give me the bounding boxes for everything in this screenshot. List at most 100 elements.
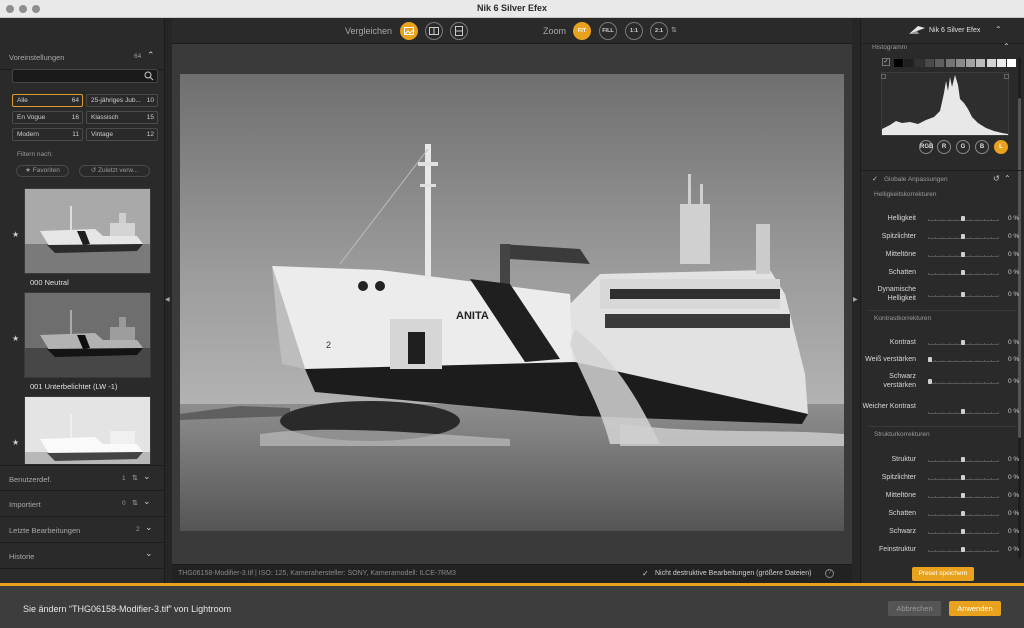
filter-favorites-button[interactable]: ★ Favoriten [16, 165, 69, 177]
presets-section-header[interactable]: Voreinstellungen 64 ⌃ [0, 44, 165, 70]
clipping-shadows-checkbox[interactable]: ✓ [882, 58, 890, 66]
slider-label: Weiß verstärken [865, 356, 916, 363]
group-divider [869, 426, 1017, 427]
search-icon[interactable] [144, 71, 154, 81]
panel-scrollbar[interactable] [1018, 58, 1021, 558]
view-toolbar: Vergleichen Zoom FIT FILL 1:1 2:1 ⇅ [172, 18, 852, 44]
category-vintage[interactable]: Vintage 12 [86, 128, 158, 141]
chevron-up-icon[interactable]: ⌃ [1004, 174, 1011, 183]
collapse-left-panel-icon[interactable]: ◀ [165, 296, 170, 303]
zoom-2-1-button[interactable]: 2:1 [650, 22, 668, 40]
slider-handle[interactable] [961, 529, 965, 534]
preset-item[interactable]: ★ 000 Neutral [0, 188, 165, 292]
compare-single-view-button[interactable] [400, 22, 418, 40]
cancel-button[interactable]: Abbrechen [888, 601, 941, 616]
channel-b-button[interactable]: B [975, 140, 989, 154]
section-historie[interactable]: Historie ⌄ [0, 543, 165, 569]
preset-thumbnail[interactable] [24, 396, 151, 464]
slider-handle[interactable] [961, 292, 965, 297]
star-icon[interactable]: ★ [12, 230, 19, 239]
global-adjustments-header[interactable]: ✓ Globale Anpassungen ↺ ⌃ [861, 170, 1024, 186]
slider-handle[interactable] [961, 270, 965, 275]
category-modern[interactable]: Modern 11 [12, 128, 83, 141]
sort-icon[interactable]: ⇅ [132, 499, 138, 507]
star-icon[interactable]: ★ [12, 438, 19, 447]
zoom-1-1-button[interactable]: 1:1 [625, 22, 643, 40]
slider-handle[interactable] [961, 409, 965, 414]
help-icon[interactable]: ? [825, 569, 834, 578]
category-25-jahre[interactable]: 25-jähriges Jub... 10 [86, 94, 158, 107]
preset-item[interactable]: ★ [0, 396, 165, 464]
compare-split-view-button[interactable] [425, 22, 443, 40]
slider-handle[interactable] [961, 547, 965, 552]
slider-handle[interactable] [961, 457, 965, 462]
ship-thumbnail-image [25, 293, 150, 377]
reset-icon[interactable]: ↺ [993, 174, 1000, 183]
zoom-fit-button[interactable]: FIT [573, 22, 591, 40]
tone-zone-swatch[interactable] [914, 59, 924, 67]
category-alle[interactable]: Alle 64 [12, 94, 83, 107]
tone-zone-swatch[interactable] [976, 59, 986, 67]
chevron-down-icon[interactable]: ⌄ [143, 471, 151, 482]
section-importiert[interactable]: Importiert 0 ⇅ ⌄ [0, 491, 165, 517]
tone-zone-swatch[interactable] [924, 59, 934, 67]
slider-tick [970, 273, 971, 275]
slider-handle[interactable] [961, 493, 965, 498]
category-klassisch[interactable]: Klassisch 15 [86, 111, 158, 124]
tone-zone-swatch[interactable] [986, 59, 996, 67]
tone-zone-swatch[interactable] [955, 59, 965, 67]
slider-handle[interactable] [961, 234, 965, 239]
filter-recent-button[interactable]: ↺ Zuletzt verw... [79, 165, 150, 177]
tone-zone-swatch[interactable] [904, 59, 914, 67]
chevron-up-icon[interactable]: ⌃ [147, 50, 155, 61]
slider-handle[interactable] [961, 340, 965, 345]
slider-tick [991, 237, 992, 239]
tone-zone-swatch[interactable] [966, 59, 976, 67]
preset-thumbnail[interactable] [24, 188, 151, 274]
section-benutzerdef[interactable]: Benutzerdef. 1 ⇅ ⌄ [0, 465, 165, 491]
image-canvas[interactable]: ANITA 2 [172, 44, 852, 564]
save-preset-button[interactable]: Preset speichern [912, 567, 974, 581]
chevron-down-icon[interactable]: ⌄ [145, 548, 153, 559]
slider-tick [984, 382, 985, 384]
preset-item[interactable]: ★ 001 Unterbelichtet (LW -1) [0, 292, 165, 396]
sort-icon[interactable]: ⇅ [132, 474, 138, 482]
slider-handle[interactable] [961, 475, 965, 480]
chevron-down-icon[interactable]: ⌄ [145, 522, 153, 533]
global-adjustments-checkbox[interactable]: ✓ [872, 175, 878, 183]
slider-track[interactable] [928, 358, 999, 362]
tone-zone-swatch[interactable] [894, 59, 903, 67]
preset-thumbnail[interactable] [24, 292, 151, 378]
slider-handle[interactable] [961, 216, 965, 221]
preview-image[interactable]: ANITA 2 [180, 74, 844, 531]
collapse-all-icon[interactable]: ⌃ [995, 25, 1002, 34]
tone-zone-swatch[interactable] [1007, 59, 1017, 67]
channel-r-button[interactable]: R [937, 140, 951, 154]
star-icon[interactable]: ★ [12, 334, 19, 343]
slider-tick [935, 343, 936, 345]
scrollbar-thumb[interactable] [1018, 98, 1021, 438]
channel-l-button[interactable]: L [994, 140, 1008, 154]
category-en-vogue[interactable]: En Vogue 16 [12, 111, 83, 124]
compare-side-by-side-button[interactable] [450, 22, 468, 40]
apply-button[interactable]: Anwenden [949, 601, 1001, 616]
slider-label: Schatten [888, 269, 916, 276]
chevron-up-icon[interactable]: ⌃ [1003, 42, 1010, 51]
zoom-fill-button[interactable]: FILL [599, 22, 617, 40]
nondestructive-checkbox[interactable]: ✓ [642, 570, 650, 578]
tone-zone-swatch[interactable] [997, 59, 1006, 67]
preset-search-input[interactable] [15, 71, 141, 81]
slider-track[interactable] [928, 380, 999, 384]
preset-search-field[interactable] [12, 69, 158, 83]
tone-zone-swatch[interactable] [945, 59, 955, 67]
zoom-stepper-icon[interactable]: ⇅ [671, 26, 677, 34]
slider-handle[interactable] [928, 379, 932, 384]
channel-g-button[interactable]: G [956, 140, 970, 154]
slider-handle[interactable] [961, 511, 965, 516]
slider-handle[interactable] [961, 252, 965, 257]
channel-rgb-button[interactable]: RGB [919, 140, 933, 154]
section-letzte-bearbeitungen[interactable]: Letzte Bearbeitungen 2 ⌄ [0, 517, 165, 543]
slider-handle[interactable] [928, 357, 932, 362]
chevron-down-icon[interactable]: ⌄ [143, 496, 151, 507]
tone-zone-swatch[interactable] [935, 59, 945, 67]
